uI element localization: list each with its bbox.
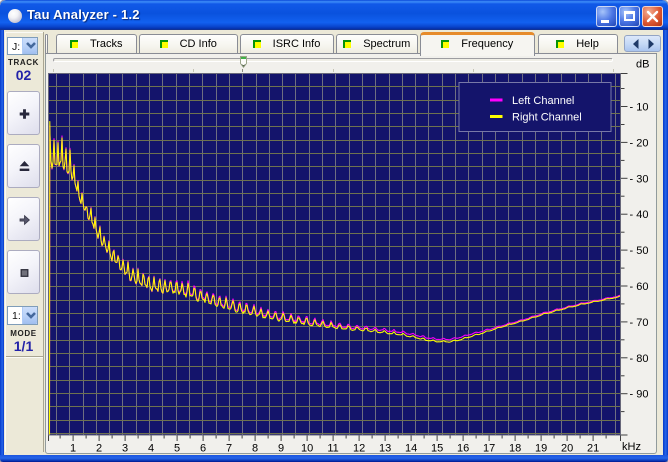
svg-text:19: 19: [535, 442, 547, 454]
svg-text:13: 13: [379, 442, 391, 454]
svg-text:- 90: - 90: [630, 388, 649, 400]
svg-text:- 40: - 40: [630, 209, 649, 221]
svg-text:12: 12: [353, 442, 365, 454]
svg-text:4: 4: [148, 442, 154, 454]
svg-text:Right Channel: Right Channel: [512, 111, 582, 123]
svg-text:10: 10: [301, 442, 313, 454]
svg-text:- 80: - 80: [630, 352, 649, 364]
svg-text:Left Channel: Left Channel: [512, 95, 574, 107]
svg-text:8: 8: [252, 442, 258, 454]
svg-text:21: 21: [587, 442, 599, 454]
svg-text:14: 14: [405, 442, 417, 454]
svg-text:1: 1: [70, 442, 76, 454]
svg-text:- 20: - 20: [630, 137, 649, 149]
svg-text:6: 6: [200, 442, 206, 454]
svg-text:2: 2: [96, 442, 102, 454]
svg-text:kHz: kHz: [622, 441, 641, 453]
svg-text:7: 7: [226, 442, 232, 454]
svg-text:dB: dB: [636, 58, 649, 70]
svg-text:- 60: - 60: [630, 281, 649, 293]
svg-text:20: 20: [561, 442, 573, 454]
svg-text:9: 9: [278, 442, 284, 454]
svg-text:18: 18: [509, 442, 521, 454]
svg-text:11: 11: [327, 442, 338, 454]
svg-text:- 70: - 70: [630, 316, 649, 328]
svg-text:17: 17: [483, 442, 495, 454]
svg-text:16: 16: [457, 442, 469, 454]
svg-text:5: 5: [174, 442, 180, 454]
svg-text:15: 15: [431, 442, 443, 454]
svg-text:- 10: - 10: [630, 101, 649, 113]
svg-text:- 30: - 30: [630, 173, 649, 185]
svg-text:3: 3: [122, 442, 128, 454]
svg-text:- 50: - 50: [630, 245, 649, 257]
